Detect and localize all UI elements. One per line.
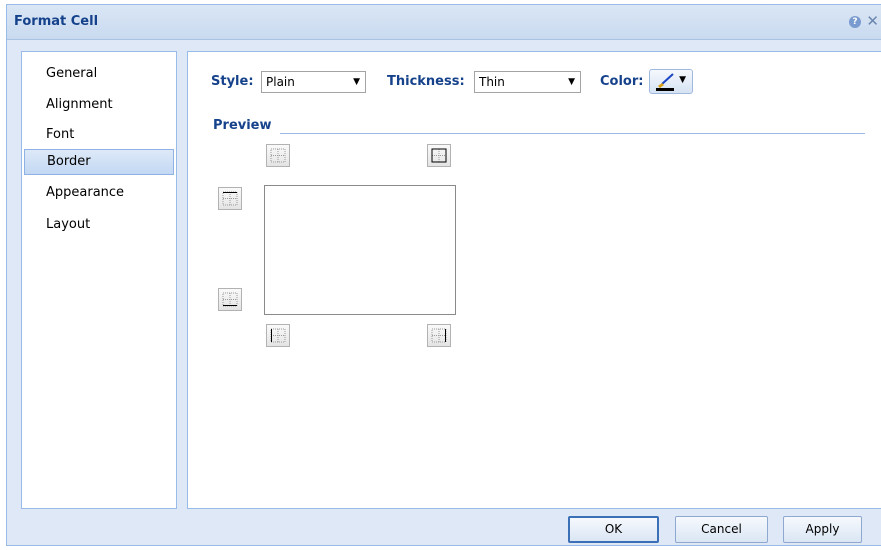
chevron-down-icon: ▼ bbox=[353, 77, 360, 87]
border-horizontal-inner-icon bbox=[270, 148, 286, 163]
cancel-button[interactable]: Cancel bbox=[675, 516, 768, 543]
thickness-label: Thickness: bbox=[387, 74, 465, 89]
border-right-icon bbox=[431, 328, 447, 343]
color-picker-button[interactable]: ▼ bbox=[649, 69, 693, 94]
border-top-icon bbox=[222, 191, 238, 206]
border-horizontal-inner-button[interactable] bbox=[266, 144, 290, 167]
sidebar-item-layout[interactable]: Layout bbox=[24, 212, 174, 238]
border-top-button[interactable] bbox=[218, 187, 242, 210]
color-label: Color: bbox=[600, 74, 644, 89]
title-bar: Format Cell ? ✕ bbox=[7, 5, 881, 40]
border-preview-box bbox=[264, 185, 456, 315]
close-icon[interactable]: ✕ bbox=[866, 12, 879, 30]
format-cell-dialog: Format Cell ? ✕ General Alignment Font B… bbox=[6, 4, 881, 546]
thickness-select[interactable]: Thin ▼ bbox=[474, 71, 581, 93]
dialog-title: Format Cell bbox=[14, 14, 99, 29]
thickness-value: Thin bbox=[479, 75, 505, 89]
category-list: General Alignment Font Border Appearance… bbox=[21, 51, 177, 509]
border-left-button[interactable] bbox=[266, 324, 290, 347]
border-left-icon bbox=[270, 328, 286, 343]
sidebar-item-alignment[interactable]: Alignment bbox=[24, 92, 174, 118]
style-select[interactable]: Plain ▼ bbox=[261, 71, 366, 93]
border-settings-panel: Style: Plain ▼ Thickness: Thin ▼ Color: … bbox=[187, 51, 881, 509]
paintbrush-icon bbox=[656, 73, 674, 91]
ok-button[interactable]: OK bbox=[568, 516, 659, 543]
style-value: Plain bbox=[266, 75, 295, 89]
chevron-down-icon: ▼ bbox=[568, 77, 575, 87]
sidebar-item-general[interactable]: General bbox=[24, 61, 174, 87]
apply-button[interactable]: Apply bbox=[783, 516, 862, 543]
color-swatch bbox=[656, 88, 674, 91]
sidebar-item-font[interactable]: Font bbox=[24, 122, 174, 148]
border-right-button[interactable] bbox=[427, 324, 451, 347]
preview-divider bbox=[280, 133, 865, 134]
border-outside-button[interactable] bbox=[427, 144, 451, 167]
sidebar-item-border[interactable]: Border bbox=[24, 149, 174, 175]
help-icon[interactable]: ? bbox=[849, 16, 861, 28]
style-label: Style: bbox=[211, 74, 254, 89]
border-bottom-icon bbox=[222, 292, 238, 307]
border-outside-icon bbox=[431, 148, 447, 163]
preview-label: Preview bbox=[213, 118, 272, 133]
sidebar-item-appearance[interactable]: Appearance bbox=[24, 180, 174, 206]
border-bottom-button[interactable] bbox=[218, 288, 242, 311]
chevron-down-icon: ▼ bbox=[679, 75, 686, 85]
